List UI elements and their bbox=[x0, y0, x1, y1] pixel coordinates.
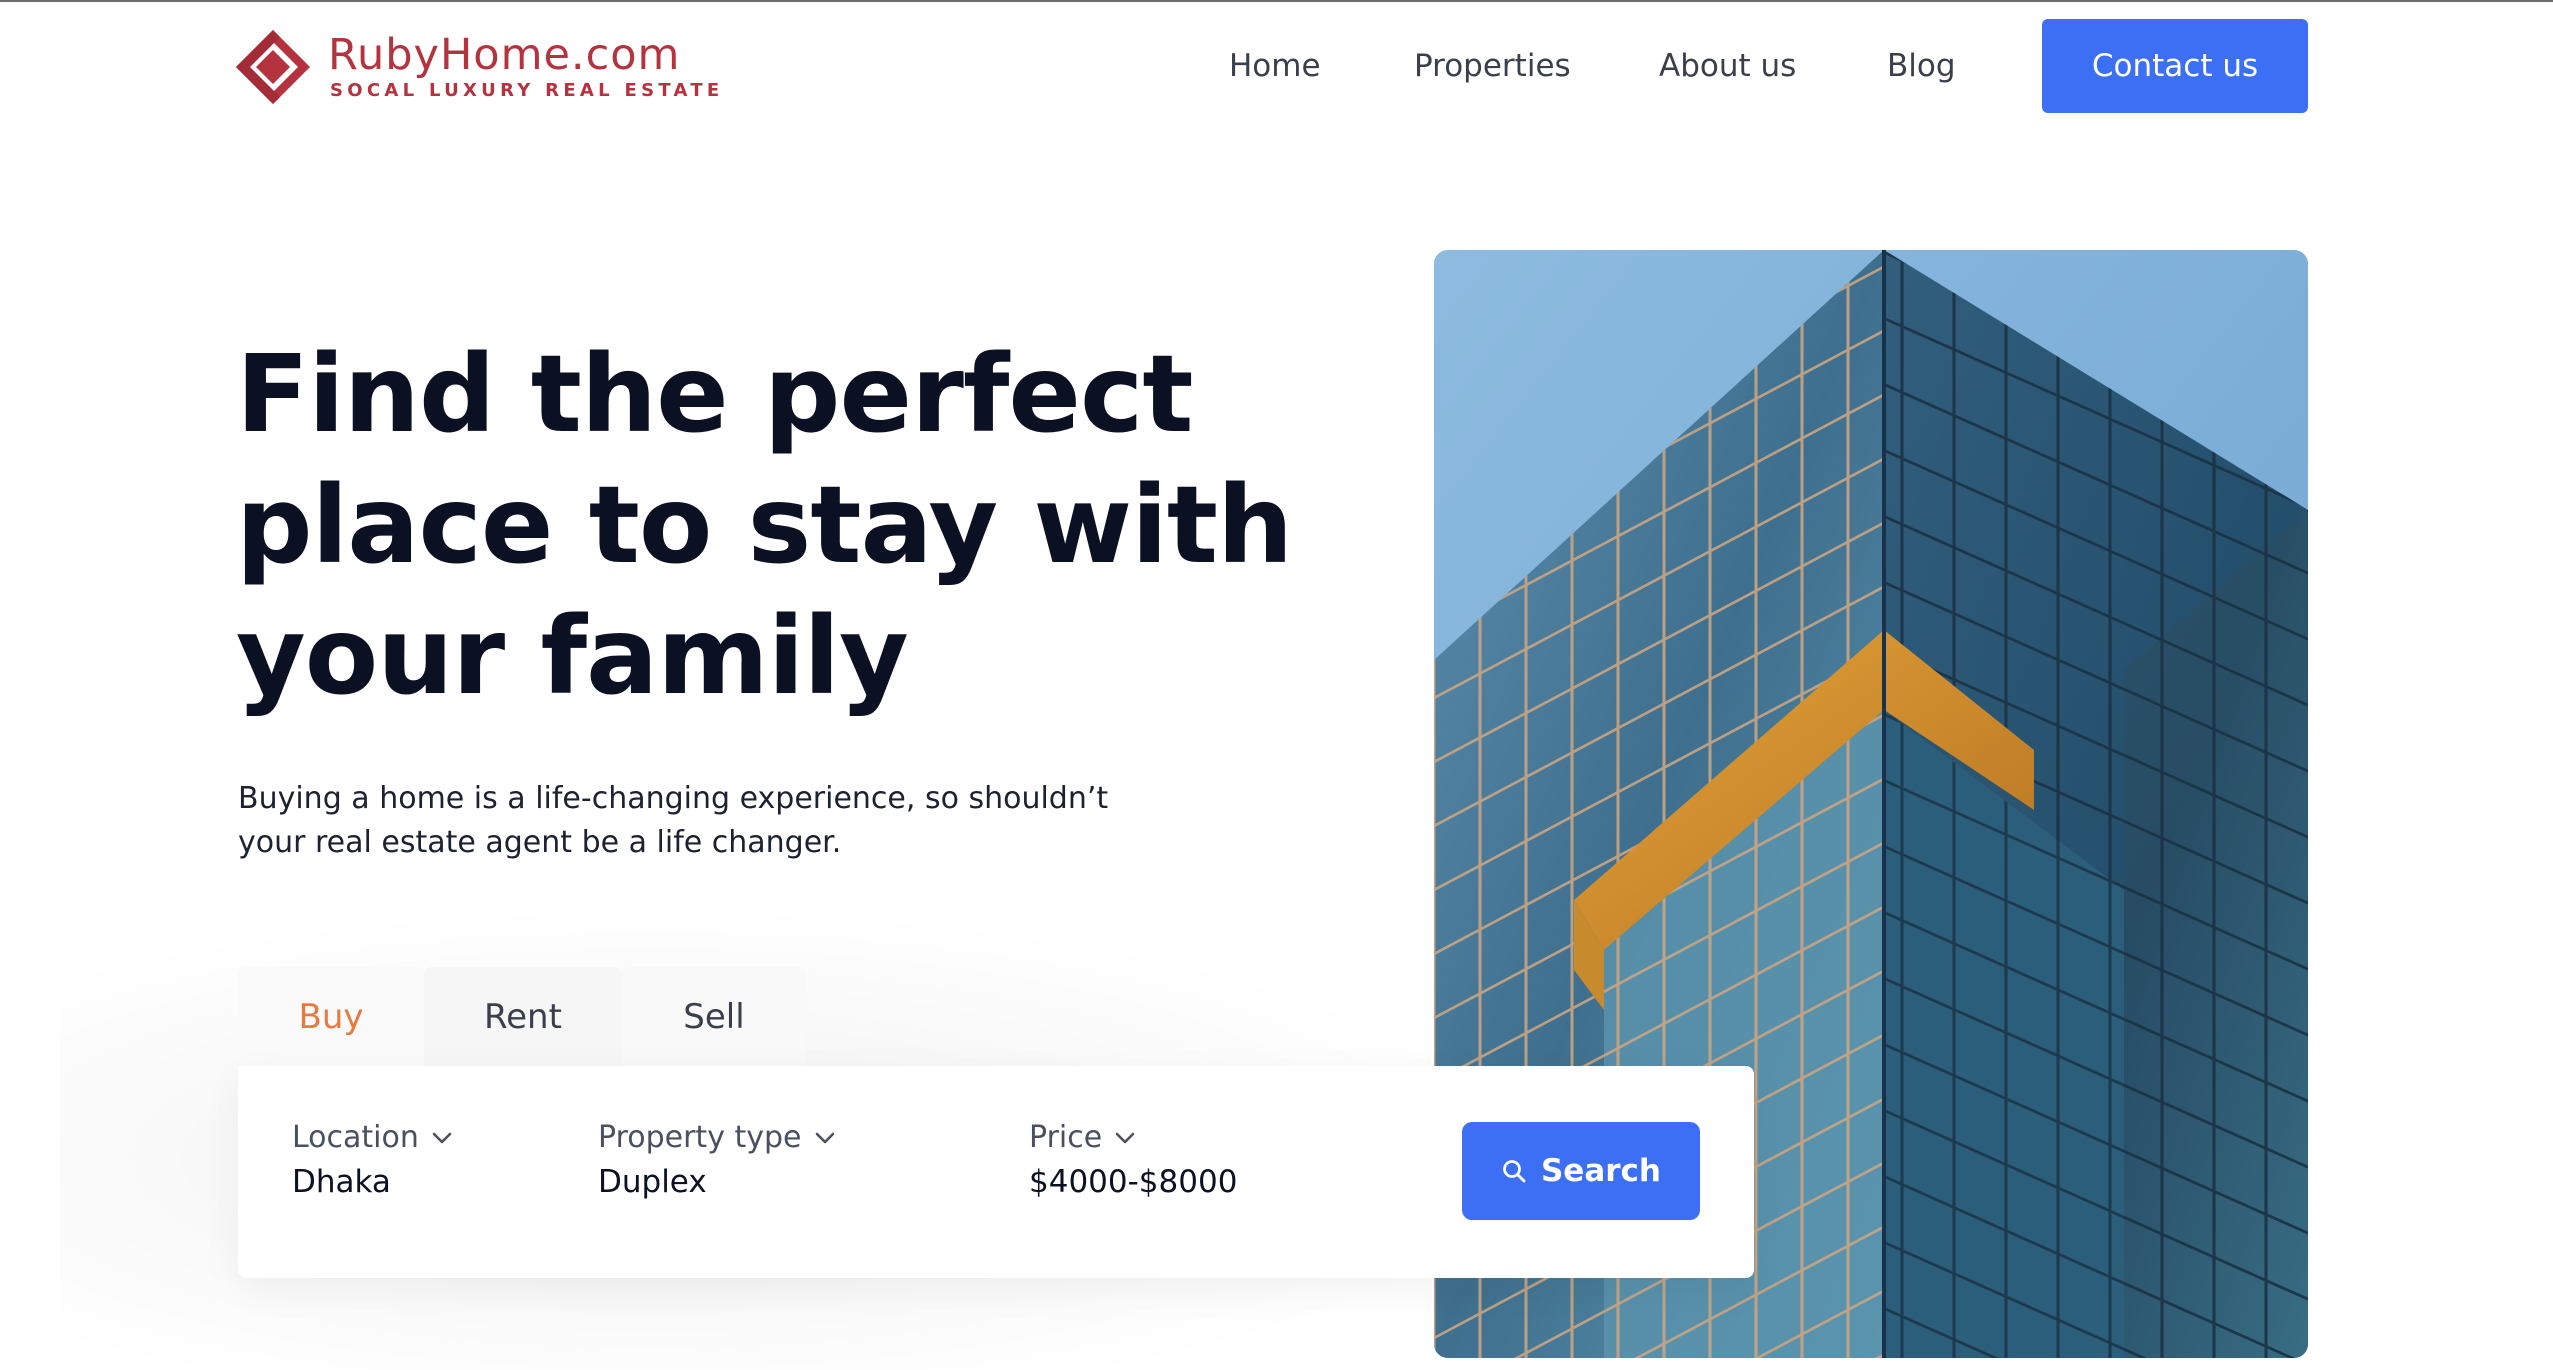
tab-buy[interactable]: Buy bbox=[238, 967, 424, 1067]
nav-item-properties[interactable]: Properties bbox=[1414, 44, 1571, 88]
brand-name: RubyHome.com bbox=[328, 30, 681, 80]
brand-logo[interactable]: RubyHome.com SOCAL LUXURY REAL ESTATE bbox=[234, 26, 719, 108]
hero-subtitle-line: your real estate agent be a life changer… bbox=[238, 825, 842, 860]
search-icon bbox=[1503, 1160, 1526, 1183]
hero-subtitle: Buying a home is a life-changing experie… bbox=[238, 777, 1218, 865]
brand-tagline: SOCAL LUXURY REAL ESTATE bbox=[330, 80, 724, 101]
search-card: Location Dhaka Property type Duplex Pric… bbox=[238, 1066, 1754, 1278]
chevron-down-icon bbox=[432, 1132, 452, 1144]
price-label-row: Price bbox=[1029, 1118, 1237, 1158]
price-label: Price bbox=[1029, 1120, 1103, 1155]
chevron-down-icon bbox=[1115, 1132, 1135, 1144]
logo-diamond-icon bbox=[236, 30, 310, 104]
contact-us-button[interactable]: Contact us bbox=[2042, 19, 2308, 113]
search-button-label: Search bbox=[1540, 1153, 1661, 1189]
hero-title: Find the perfect place to stay with your… bbox=[236, 330, 1386, 723]
property-type-value: Duplex bbox=[598, 1164, 707, 1200]
hero-title-line: place to stay with bbox=[236, 464, 1293, 588]
price-dropdown[interactable]: Price $4000-$8000 bbox=[1029, 1118, 1237, 1204]
price-value: $4000-$8000 bbox=[1029, 1164, 1238, 1200]
property-type-label-row: Property type bbox=[598, 1118, 836, 1158]
property-type-label: Property type bbox=[598, 1120, 802, 1155]
hero-title-line: your family bbox=[236, 595, 909, 719]
search-button[interactable]: Search bbox=[1462, 1122, 1700, 1220]
tab-rent[interactable]: Rent bbox=[424, 967, 622, 1067]
top-border bbox=[0, 0, 2553, 2]
hero-subtitle-line: Buying a home is a life-changing experie… bbox=[238, 781, 1109, 816]
location-dropdown[interactable]: Location Dhaka bbox=[292, 1118, 453, 1204]
nav-item-blog[interactable]: Blog bbox=[1887, 44, 1956, 88]
location-value: Dhaka bbox=[292, 1164, 391, 1200]
location-label-row: Location bbox=[292, 1118, 453, 1158]
nav-item-about[interactable]: About us bbox=[1659, 44, 1796, 88]
chevron-down-icon bbox=[815, 1132, 834, 1144]
hero-title-line: Find the perfect bbox=[236, 333, 1194, 457]
tab-sell[interactable]: Sell bbox=[622, 967, 806, 1067]
property-type-dropdown[interactable]: Property type Duplex bbox=[598, 1118, 836, 1204]
nav-item-home[interactable]: Home bbox=[1229, 44, 1321, 88]
location-label: Location bbox=[292, 1120, 419, 1155]
